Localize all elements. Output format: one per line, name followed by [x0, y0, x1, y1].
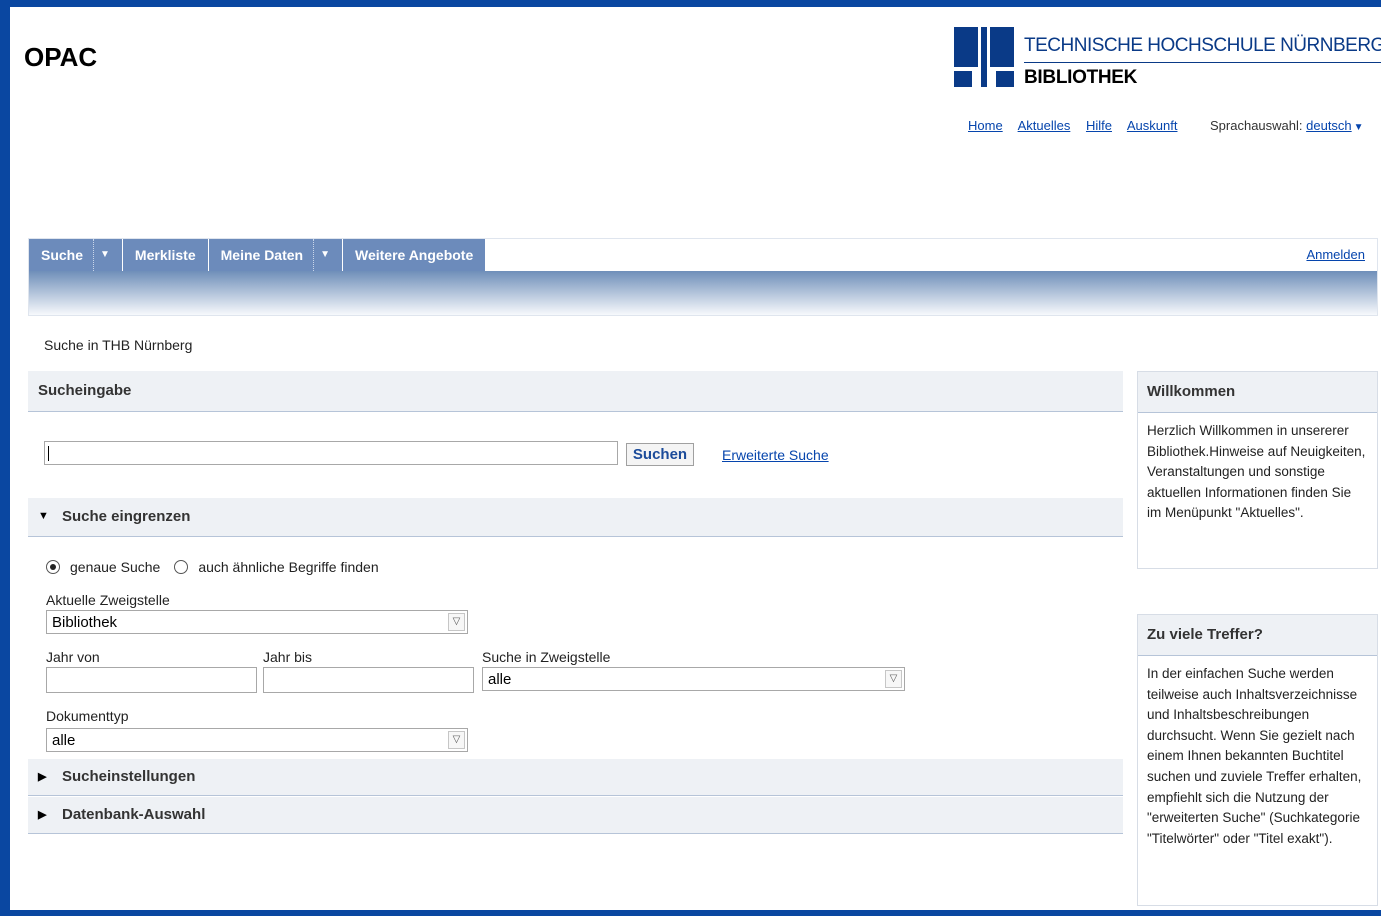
box-title: Zu viele Treffer? — [1138, 615, 1377, 656]
select-value: alle — [52, 732, 76, 749]
search-mode-options: genaue Suche auch ähnliche Begriffe find… — [46, 559, 379, 575]
logo-institution-name: TECHNISCHE HOCHSCHULE NÜRNBERG — [1024, 35, 1381, 56]
caret-down-icon[interactable]: ▼ — [313, 239, 330, 271]
triangle-right-icon[interactable]: ▶ — [38, 770, 46, 783]
section-title: Suche eingrenzen — [62, 508, 191, 525]
language-selector: Sprachauswahl: deutsch ▼ — [1210, 118, 1364, 133]
text-cursor — [48, 446, 49, 461]
too-many-hits-box: Zu viele Treffer? In der einfachen Suche… — [1137, 614, 1378, 906]
section-title: Sucheinstellungen — [62, 768, 196, 785]
box-text: Herzlich Willkommen in unsererer Bibliot… — [1147, 423, 1366, 521]
settings-section-header[interactable]: ▶ Sucheinstellungen — [28, 759, 1123, 796]
radio-exact[interactable] — [46, 560, 60, 574]
search-branch-select[interactable]: alle ▽ — [482, 667, 905, 691]
search-input[interactable] — [44, 441, 618, 465]
logo-mark-icon — [954, 27, 1014, 87]
radio-similar-label[interactable]: auch ähnliche Begriffe finden — [198, 559, 378, 575]
chevron-down-icon[interactable]: ▽ — [885, 670, 902, 688]
login-link[interactable]: Anmelden — [1306, 247, 1365, 262]
year-to-label: Jahr bis — [263, 649, 313, 665]
advanced-search-link[interactable]: Erweiterte Suche — [722, 447, 829, 463]
nav-tab-label: Merkliste — [134, 247, 196, 263]
link-hilfe[interactable]: Hilfe — [1086, 118, 1112, 133]
caret-down-icon[interactable]: ▼ — [1354, 122, 1364, 133]
language-dropdown[interactable]: deutsch — [1306, 118, 1352, 133]
search-panel: Sucheingabe Suchen Erweiterte Suche ▼ Su… — [28, 371, 1123, 841]
chevron-down-icon[interactable]: ▽ — [448, 731, 465, 749]
triangle-down-icon[interactable]: ▼ — [38, 510, 49, 522]
branch-label: Aktuelle Zweigstelle — [46, 592, 170, 608]
year-from-input[interactable] — [46, 667, 257, 693]
language-label: Sprachauswahl: — [1210, 118, 1303, 133]
doctype-label: Dokumenttyp — [46, 708, 129, 724]
refine-section-header[interactable]: ▼ Suche eingrenzen — [28, 498, 1123, 537]
database-section-header[interactable]: ▶ Datenbank-Auswahl — [28, 797, 1123, 834]
nav-tab-label: Suche — [41, 247, 84, 263]
nav-tab-label: Meine Daten — [220, 247, 304, 263]
chevron-down-icon[interactable]: ▽ — [448, 613, 465, 631]
main-navigation: Suche ▼ Merkliste Meine Daten ▼ Weitere … — [28, 238, 1378, 316]
select-value: Bibliothek — [52, 614, 118, 631]
search-branch-label: Suche in Zweigstelle — [482, 649, 611, 665]
logo-library-name: BIBLIOTHEK — [1024, 67, 1138, 88]
box-text: In der einfachen Suche werden teilweise … — [1147, 666, 1362, 846]
year-to-input[interactable] — [263, 667, 474, 693]
radio-similar[interactable] — [174, 560, 189, 574]
triangle-right-icon[interactable]: ▶ — [38, 808, 46, 821]
search-section-header: Sucheingabe — [28, 371, 1123, 412]
nav-tab-merkliste[interactable]: Merkliste — [122, 239, 209, 271]
caret-down-icon[interactable]: ▼ — [93, 239, 110, 271]
search-button[interactable]: Suchen — [626, 443, 694, 466]
nav-gradient-bar — [29, 271, 1377, 315]
nav-tab-suche[interactable]: Suche ▼ — [29, 239, 123, 271]
radio-exact-label[interactable]: genaue Suche — [70, 559, 160, 575]
link-home[interactable]: Home — [968, 118, 1003, 133]
box-title: Willkommen — [1138, 372, 1377, 413]
year-from-label: Jahr von — [46, 649, 100, 665]
page: OPAC TECHNISCHE HOCHSCHULE NÜRNBERG BIBL… — [10, 7, 1381, 910]
link-auskunft[interactable]: Auskunft — [1127, 118, 1178, 133]
link-aktuelles[interactable]: Aktuelles — [1018, 118, 1071, 133]
search-context-label: Suche in THB Nürnberg — [44, 337, 193, 353]
section-title: Sucheingabe — [38, 382, 132, 399]
welcome-box: Willkommen Herzlich Willkommen in unsere… — [1137, 371, 1378, 569]
institution-logo: TECHNISCHE HOCHSCHULE NÜRNBERG BIBLIOTHE… — [954, 27, 1381, 93]
top-links: Home Aktuelles Hilfe Auskunft — [968, 118, 1189, 133]
logo-divider — [1024, 62, 1381, 63]
page-title: OPAC — [24, 42, 98, 72]
nav-tab-weitere-angebote[interactable]: Weitere Angebote — [343, 239, 487, 271]
select-value: alle — [488, 671, 512, 688]
nav-tab-label: Weitere Angebote — [355, 247, 474, 263]
nav-tab-meine-daten[interactable]: Meine Daten ▼ — [208, 239, 343, 271]
doctype-select[interactable]: alle ▽ — [46, 728, 468, 752]
section-title: Datenbank-Auswahl — [62, 806, 206, 823]
branch-select[interactable]: Bibliothek ▽ — [46, 610, 468, 634]
